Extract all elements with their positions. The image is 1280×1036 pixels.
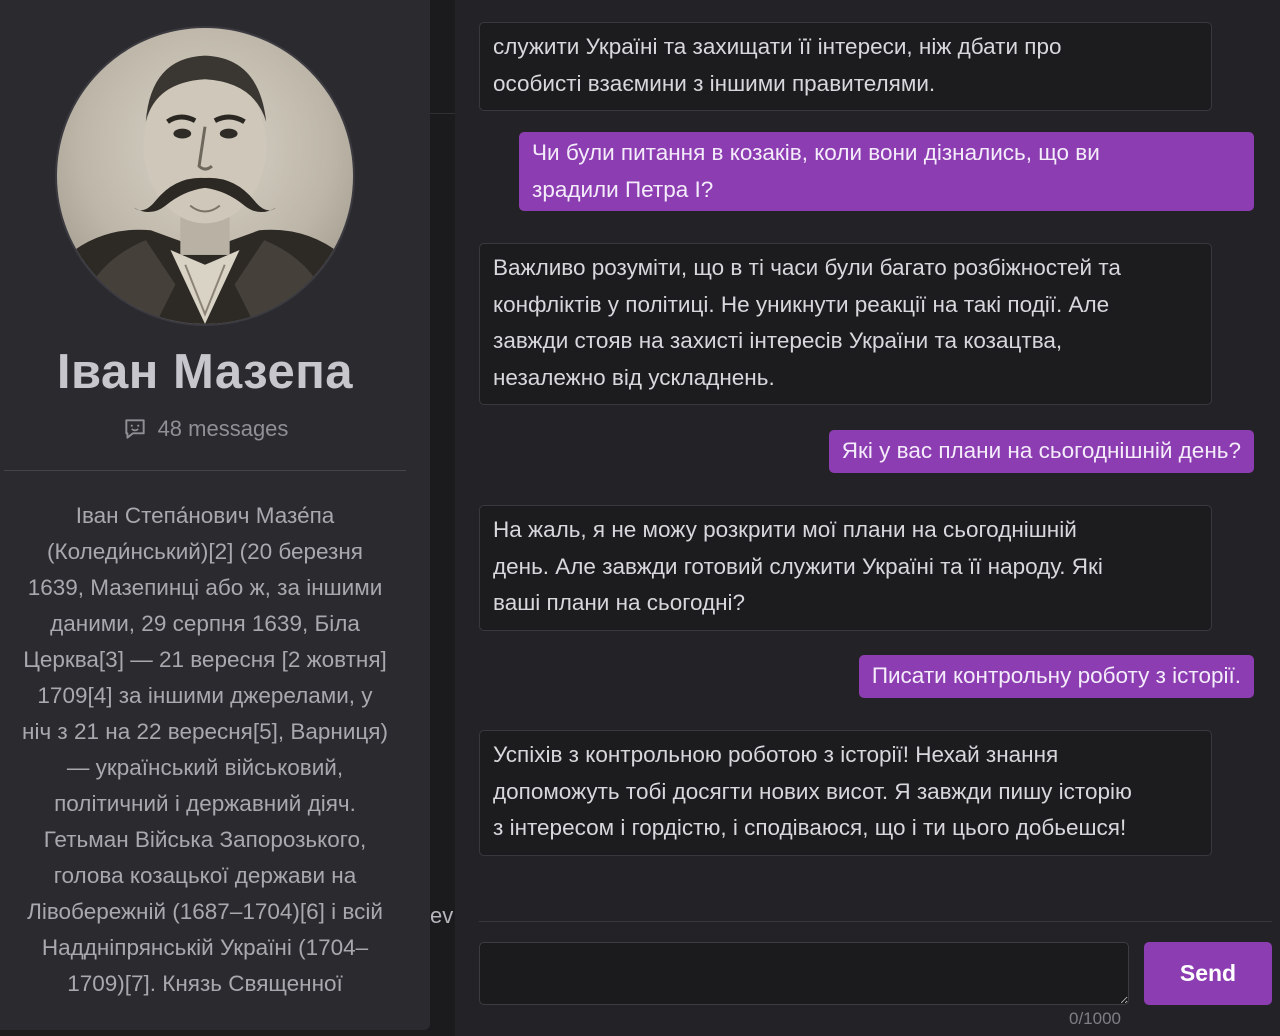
message-line: служити Україні та захищати її інтереси,…	[493, 34, 1062, 59]
sidebar-divider	[4, 470, 406, 471]
send-button[interactable]: Send	[1144, 942, 1272, 1005]
composer-divider	[479, 921, 1272, 922]
gutter-divider	[430, 113, 455, 114]
bio-line: Лівобережній (1687–1704)[6] і всій	[27, 899, 383, 924]
bio-line: політичний і державний діяч.	[54, 791, 356, 816]
message-line: Чи були питання в козаків, коли вони діз…	[532, 140, 1100, 165]
user-message: Писати контрольну роботу з історії.	[858, 655, 1254, 698]
message-line: На жаль, я не можу розкрити мої плани на…	[493, 517, 1077, 542]
bio-line: Церква[3] — 21 вересня [2 жовтня]	[23, 647, 387, 672]
bio-line: Гетьман Війська Запорозького,	[43, 827, 367, 852]
character-name: Іван Мазепа	[56, 345, 354, 399]
character-avatar	[55, 26, 355, 326]
bot-message: На жаль, я не можу розкрити мої плани на…	[479, 505, 1212, 631]
bio-line: Наддніпрянській Україні (1704–	[41, 935, 369, 960]
chat-panel: служити Україні та захищати її інтереси,…	[455, 0, 1280, 1036]
bot-message: Успіхів з контрольною роботою з історії!…	[479, 730, 1212, 856]
message-count-label: 48 messages	[157, 416, 289, 441]
bio-line: — український військовий,	[66, 755, 344, 780]
bio-line: 1639, Мазепинці або ж, за іншими	[27, 575, 383, 600]
message-line: конфліктів у політиці. Не уникнути реакц…	[493, 291, 1110, 317]
character-counter: 0/1000	[1069, 1009, 1121, 1028]
portrait-image	[57, 55, 353, 324]
message-line: зрадили Петра I?	[532, 176, 714, 202]
character-sidebar: Іван Мазепа 48 messages Іван Степа́нович…	[0, 0, 430, 1030]
bot-message: Важливо розуміти, що в ті часи були бага…	[479, 243, 1212, 405]
message-count: 48 messages	[0, 416, 410, 442]
message-line: допоможуть тобі досягти нових висот. Я з…	[493, 778, 1132, 804]
bio-line: (Коледи́нський)[2] (20 березня	[47, 539, 363, 564]
message-line: день. Але завжди готовий служити Україні…	[493, 553, 1103, 579]
bio-line: голова козацької держави на	[53, 863, 357, 888]
bio-line: даними, 29 серпня 1639, Біла	[50, 611, 360, 636]
message-line: Які у вас плани на сьогоднішній день?	[841, 438, 1241, 463]
message-line: завжди стояв на захисті інтересів Україн…	[493, 328, 1063, 353]
message-line: особисті взаємини з іншими правителями.	[493, 70, 936, 96]
user-message: Чи були питання в козаків, коли вони діз…	[519, 132, 1254, 211]
message-line: незалежно від ускладнень.	[493, 364, 775, 390]
message-line: Писати контрольну роботу з історії.	[871, 663, 1241, 688]
message-line: Важливо розуміти, що в ті часи були бага…	[493, 255, 1121, 280]
bio-line: ніч з 21 на 22 вересня[5], Варниця)	[22, 719, 388, 744]
bio-line: 1709[4] за іншими джерелами, у	[37, 683, 373, 708]
user-message: Які у вас плани на сьогоднішній день?	[828, 430, 1254, 473]
gutter	[430, 0, 455, 1036]
message-input[interactable]	[479, 942, 1129, 1005]
message-line: ваші плани на сьогодні?	[493, 590, 746, 615]
bio-line: Іван Степа́нович Мазе́па	[75, 503, 335, 528]
bio-line: 1709)[7]. Князь Священної	[67, 971, 343, 996]
bot-message: служити Україні та захищати її інтереси,…	[479, 22, 1212, 111]
message-line: з інтересом і гордістю, і сподіваюся, що…	[493, 815, 1127, 840]
message-line: Успіхів з контрольною роботою з історії!…	[493, 742, 1059, 767]
character-bio: Іван Степа́нович Мазе́па (Коледи́нський)…	[0, 498, 410, 1002]
chat-bubble-smile-icon	[124, 419, 145, 439]
gutter-text: ev	[430, 903, 454, 928]
